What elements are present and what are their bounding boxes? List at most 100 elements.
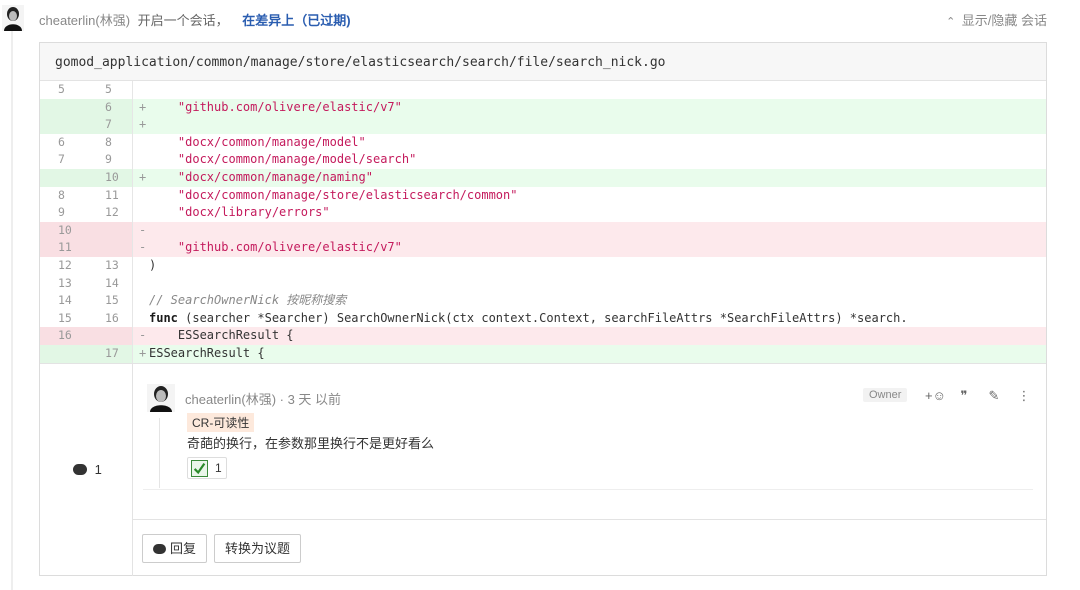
diff-marker xyxy=(133,257,149,275)
code-line: ESSearchResult { xyxy=(149,345,265,360)
new-line-number[interactable]: 10 xyxy=(87,168,133,187)
reply-bar: 回复 转换为议题 xyxy=(133,519,1046,576)
code-line: ) xyxy=(149,257,157,272)
new-line-number[interactable] xyxy=(87,327,133,345)
old-line-number[interactable] xyxy=(40,98,87,117)
old-line-number[interactable] xyxy=(40,168,87,187)
comment-thread-line xyxy=(159,418,160,488)
old-line-number[interactable]: 16 xyxy=(40,327,87,345)
diff-row: 79 "docx/common/manage/model/search" xyxy=(40,151,1046,169)
new-line-number[interactable]: 13 xyxy=(87,256,133,275)
old-line-number[interactable]: 11 xyxy=(40,239,87,257)
new-line-number[interactable] xyxy=(87,221,133,240)
diff-row: 6 + "github.com/olivere/elastic/v7" xyxy=(40,98,1046,117)
diff-marker: + xyxy=(139,169,147,184)
diff-row: 13 14 xyxy=(40,274,1046,293)
diff-table: 5 5 6 + "github.com/olivere/elastic/v7" 7 +6 8… xyxy=(40,81,1046,363)
event-place-link[interactable]: 在差异上（已过期) xyxy=(242,13,350,28)
diff-row: 7 + xyxy=(40,116,1046,134)
diff-marker xyxy=(133,275,149,293)
old-line-number[interactable]: 5 xyxy=(40,81,87,99)
old-line-number[interactable] xyxy=(40,116,87,134)
comment-gutter: 1 xyxy=(40,364,133,576)
convert-to-issue-button[interactable]: 转换为议题 xyxy=(214,534,302,563)
new-line-number[interactable]: 5 xyxy=(87,81,133,99)
code-line: "github.com/olivere/elastic/v7" xyxy=(177,99,402,114)
comment-header: cheaterlin(林强) · 3 天 以前 xyxy=(185,389,341,408)
new-line-number[interactable]: 8 xyxy=(87,133,133,152)
file-path: gomod_application/common/manage/store/el… xyxy=(40,43,1046,81)
new-line-number[interactable] xyxy=(87,239,133,257)
diff-marker: + xyxy=(139,99,147,114)
diff-row: 11 - "github.com/olivere/elastic/v7" xyxy=(40,239,1046,257)
new-line-number[interactable]: 6 xyxy=(87,98,133,117)
more-icon[interactable]: ⋮ xyxy=(1015,388,1033,404)
avatar-icon[interactable] xyxy=(2,5,24,31)
diff-row: 9 12 "docx/library/errors" xyxy=(40,204,1046,222)
edit-icon[interactable]: ✎ xyxy=(985,388,1003,404)
new-line-number[interactable]: 11 xyxy=(87,186,133,205)
reaction-button[interactable]: 1 xyxy=(187,457,227,479)
diff-row: 10 + "docx/common/manage/naming" xyxy=(40,168,1046,187)
code-line: func (searcher *Searcher) SearchOwnerNic… xyxy=(149,310,908,325)
comment-actions: +☺ ❞ ✎ ⋮ xyxy=(925,388,1033,404)
diff-row: 68 "docx/common/manage/model" xyxy=(40,133,1046,152)
reaction-count: 1 xyxy=(215,461,222,475)
new-line-number[interactable]: 17 xyxy=(87,344,133,363)
toggle-conversation-button[interactable]: ⌃ 显示/隐藏 会话 xyxy=(946,10,1047,29)
chevron-up-icon: ⌃ xyxy=(946,16,956,28)
comment-author[interactable]: cheaterlin(林强) xyxy=(185,392,276,407)
diff-marker: + xyxy=(139,117,147,132)
old-line-number[interactable]: 8 xyxy=(40,187,87,205)
diff-row: 14 15 // SearchOwnerNick 按昵称搜索 xyxy=(40,292,1046,310)
comment-bubble-icon xyxy=(153,544,166,554)
diff-row: 55 xyxy=(40,81,1046,99)
new-line-number[interactable]: 16 xyxy=(87,309,133,328)
code-line: ESSearchResult { xyxy=(149,328,294,343)
comment: cheaterlin(林强) · 3 天 以前 CR-可读性 奇葩的换行，在参数… xyxy=(143,382,1033,490)
check-box-icon xyxy=(191,460,208,477)
diff-row: 10 - xyxy=(40,221,1046,240)
old-line-number[interactable]: 10 xyxy=(40,221,87,240)
event-text: cheaterlin(林强) 开启一个会话， 在差异上（已过期) xyxy=(39,10,351,29)
comment-count[interactable]: 1 xyxy=(73,462,102,477)
reply-button[interactable]: 回复 xyxy=(142,534,208,563)
diff-marker xyxy=(133,81,149,99)
new-line-number[interactable]: 14 xyxy=(87,274,133,293)
new-line-number[interactable]: 12 xyxy=(87,204,133,222)
code-line: "docx/library/errors" xyxy=(177,205,330,220)
diff-marker xyxy=(133,134,149,152)
old-line-number[interactable]: 13 xyxy=(40,275,87,293)
event-author[interactable]: cheaterlin(林强) xyxy=(39,13,130,28)
add-reaction-icon[interactable]: +☺ xyxy=(925,388,946,404)
timeline-line xyxy=(11,30,13,590)
comment-time: · 3 天 以前 xyxy=(276,392,342,407)
diff-marker: - xyxy=(139,240,147,255)
old-line-number[interactable]: 9 xyxy=(40,204,87,222)
diff-marker xyxy=(133,151,149,169)
old-line-number[interactable]: 15 xyxy=(40,310,87,328)
old-line-number[interactable]: 7 xyxy=(40,151,87,169)
diff-row: 16 - ESSearchResult { xyxy=(40,327,1046,345)
quote-icon[interactable]: ❞ xyxy=(955,388,973,404)
new-line-number[interactable]: 9 xyxy=(87,151,133,169)
diff-file: gomod_application/common/manage/store/el… xyxy=(39,42,1047,576)
new-line-number[interactable]: 7 xyxy=(87,116,133,134)
old-line-number[interactable]: 6 xyxy=(40,134,87,152)
diff-row: 15 16 func (searcher *Searcher) SearchOwne… xyxy=(40,309,1046,328)
old-line-number[interactable]: 14 xyxy=(40,292,87,310)
new-line-number[interactable]: 15 xyxy=(87,292,133,310)
code-line: "docx/common/manage/naming" xyxy=(177,169,373,184)
code-line: // SearchOwnerNick 按昵称搜索 xyxy=(149,293,347,308)
comment-bubble-icon xyxy=(73,464,87,475)
comment-tag[interactable]: CR-可读性 xyxy=(187,413,255,432)
old-line-number[interactable] xyxy=(40,344,87,363)
avatar-icon[interactable] xyxy=(147,384,175,412)
diff-marker xyxy=(133,204,149,222)
old-line-number[interactable]: 12 xyxy=(40,257,87,275)
diff-marker: - xyxy=(139,222,147,237)
reply-label: 回复 xyxy=(170,541,197,556)
